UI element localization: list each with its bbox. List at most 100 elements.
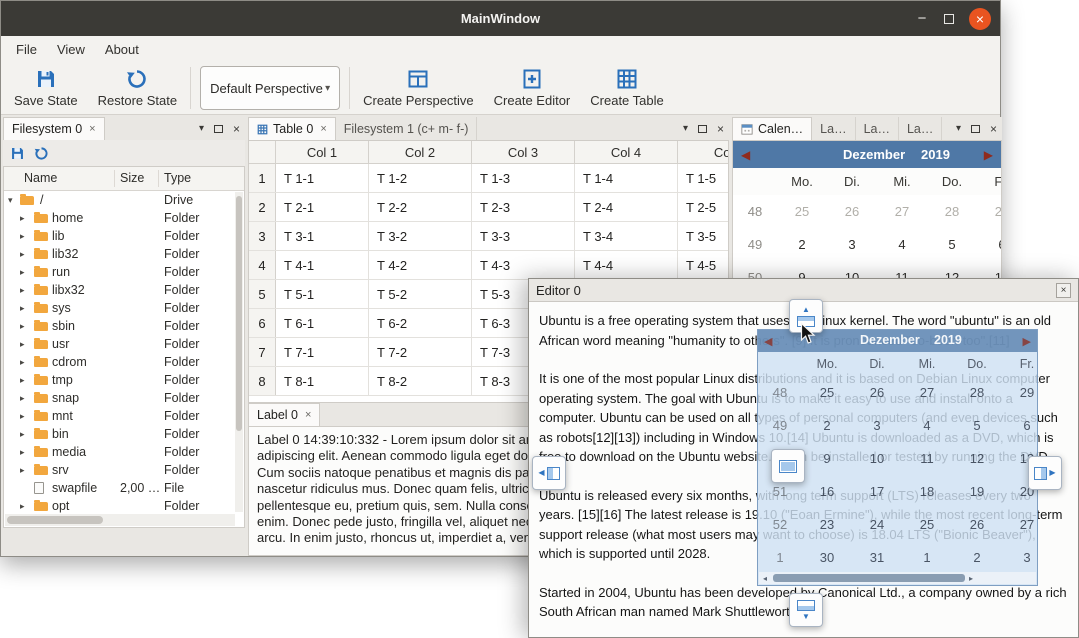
tab-table-0[interactable]: Table 0 × xyxy=(248,117,336,140)
tab-calendar[interactable]: Calen… xyxy=(732,117,812,140)
table-cell[interactable]: T 7-1 xyxy=(276,338,369,366)
table-cell[interactable]: T 1-2 xyxy=(369,164,472,192)
dock-menu-icon[interactable]: ▾ xyxy=(199,123,204,134)
tree-row[interactable]: ▸ snap Folder xyxy=(4,389,235,407)
calendar-day[interactable]: 25 xyxy=(777,204,827,219)
row-header[interactable]: 2 xyxy=(249,193,276,221)
horizontal-scrollbar[interactable] xyxy=(5,514,235,526)
table-cell[interactable]: T 1-4 xyxy=(575,164,678,192)
restore-icon[interactable] xyxy=(34,146,49,161)
drop-indicator-left[interactable]: ◀ xyxy=(532,456,566,490)
expand-arrow-icon[interactable]: ▸ xyxy=(20,299,30,317)
tree-row[interactable]: ▸ media Folder xyxy=(4,443,235,461)
save-state-button[interactable]: Save State xyxy=(4,62,88,114)
row-header[interactable]: 3 xyxy=(249,222,276,250)
column-size[interactable]: Size xyxy=(120,171,144,185)
create-table-button[interactable]: Create Table xyxy=(580,62,673,114)
tab-label-1[interactable]: La… xyxy=(812,117,855,140)
calendar-day[interactable]: 27 xyxy=(877,204,927,219)
prev-month-icon[interactable]: ◀ xyxy=(741,148,750,162)
expand-arrow-icon[interactable]: ▸ xyxy=(20,317,30,335)
table-cell[interactable]: T 7-2 xyxy=(369,338,472,366)
table-cell[interactable]: T 2-2 xyxy=(369,193,472,221)
close-button[interactable]: × xyxy=(969,8,991,30)
expand-arrow-icon[interactable]: ▸ xyxy=(20,209,30,227)
table-cell[interactable]: T 2-5 xyxy=(678,193,729,221)
table-cell[interactable]: T 6-1 xyxy=(276,309,369,337)
vertical-scrollbar[interactable] xyxy=(235,192,243,512)
tree-header[interactable]: Name Size Type xyxy=(4,167,244,191)
expand-arrow-icon[interactable]: ▸ xyxy=(20,371,30,389)
tab-filesystem-1[interactable]: Filesystem 1 (c+ m- f-) xyxy=(336,117,478,140)
save-icon[interactable] xyxy=(10,146,25,161)
table-cell[interactable]: T 2-3 xyxy=(472,193,575,221)
tab-filesystem-0[interactable]: Filesystem 0 × xyxy=(3,117,105,140)
scrollbar-handle[interactable] xyxy=(7,516,103,524)
table-cell[interactable]: T 8-1 xyxy=(276,367,369,395)
tree-row[interactable]: ▸ lib Folder xyxy=(4,227,235,245)
dock-float-icon[interactable] xyxy=(971,125,980,133)
dock-float-icon[interactable] xyxy=(698,125,707,133)
expand-arrow-icon[interactable]: ▸ xyxy=(20,263,30,281)
table-cell[interactable]: T 8-2 xyxy=(369,367,472,395)
create-perspective-button[interactable]: Create Perspective xyxy=(353,62,484,114)
tab-label-3[interactable]: La… xyxy=(899,117,942,140)
tab-close-icon[interactable]: × xyxy=(89,123,95,135)
column-header[interactable]: Col 5 xyxy=(678,141,729,163)
menu-about[interactable]: About xyxy=(95,38,149,61)
editor-close-icon[interactable]: × xyxy=(1056,283,1071,298)
table-cell[interactable]: T 4-2 xyxy=(369,251,472,279)
table-cell[interactable]: T 3-5 xyxy=(678,222,729,250)
create-editor-button[interactable]: Create Editor xyxy=(484,62,581,114)
tree-row[interactable]: ▸ usr Folder xyxy=(4,335,235,353)
expand-arrow-icon[interactable]: ▸ xyxy=(20,389,30,407)
table-cell[interactable]: T 3-2 xyxy=(369,222,472,250)
expand-arrow-icon[interactable]: ▸ xyxy=(20,425,30,443)
calendar-day[interactable]: 26 xyxy=(827,204,877,219)
expand-arrow-icon[interactable]: ▸ xyxy=(20,443,30,461)
tree-row[interactable]: ▸ bin Folder xyxy=(4,425,235,443)
table-cell[interactable]: T 4-1 xyxy=(276,251,369,279)
tab-label-0[interactable]: Label 0 × xyxy=(248,403,320,426)
tree-row[interactable]: swapfile 2,00 … File xyxy=(4,479,235,497)
tree-row[interactable]: ▸ sbin Folder xyxy=(4,317,235,335)
tree-row[interactable]: ▸ srv Folder xyxy=(4,461,235,479)
column-header[interactable]: Col 3 xyxy=(472,141,575,163)
table-cell[interactable]: T 3-4 xyxy=(575,222,678,250)
calendar-day[interactable]: 6 xyxy=(977,237,1002,252)
row-header[interactable]: 5 xyxy=(249,280,276,308)
scrollbar-handle[interactable] xyxy=(236,196,242,431)
calendar-day[interactable]: 2 xyxy=(777,237,827,252)
expand-arrow-icon[interactable]: ▸ xyxy=(20,245,30,263)
expand-arrow-icon[interactable]: ▸ xyxy=(20,497,30,513)
expand-arrow-icon[interactable]: ▾ xyxy=(8,191,18,209)
restore-state-button[interactable]: Restore State xyxy=(88,62,188,114)
tree-row[interactable]: ▸ cdrom Folder xyxy=(4,353,235,371)
expand-arrow-icon[interactable]: ▸ xyxy=(20,227,30,245)
column-header[interactable]: Col 2 xyxy=(369,141,472,163)
tab-close-icon[interactable]: × xyxy=(320,123,326,135)
menu-file[interactable]: File xyxy=(6,38,47,61)
table-cell[interactable]: T 3-3 xyxy=(472,222,575,250)
expand-arrow-icon[interactable]: ▸ xyxy=(20,461,30,479)
column-header[interactable]: Col 1 xyxy=(276,141,369,163)
expand-arrow-icon[interactable]: ▸ xyxy=(20,353,30,371)
row-header[interactable]: 1 xyxy=(249,164,276,192)
calendar-day[interactable]: 3 xyxy=(827,237,877,252)
row-header[interactable]: 7 xyxy=(249,338,276,366)
minimize-button[interactable]: − xyxy=(915,14,929,24)
table-cell[interactable]: T 5-2 xyxy=(369,280,472,308)
table-cell[interactable]: T 4-4 xyxy=(575,251,678,279)
table-cell[interactable]: T 5-1 xyxy=(276,280,369,308)
next-month-icon[interactable]: ▶ xyxy=(984,148,993,162)
tree-row-root[interactable]: ▾ / Drive xyxy=(4,191,235,209)
table-cell[interactable]: T 2-1 xyxy=(276,193,369,221)
calendar-day[interactable]: 5 xyxy=(927,237,977,252)
row-header[interactable]: 4 xyxy=(249,251,276,279)
row-header[interactable]: 8 xyxy=(249,367,276,395)
column-type[interactable]: Type xyxy=(164,171,191,185)
dock-menu-icon[interactable]: ▾ xyxy=(956,123,961,134)
menu-view[interactable]: View xyxy=(47,38,95,61)
expand-arrow-icon[interactable]: ▸ xyxy=(20,407,30,425)
tree-row[interactable]: ▸ mnt Folder xyxy=(4,407,235,425)
